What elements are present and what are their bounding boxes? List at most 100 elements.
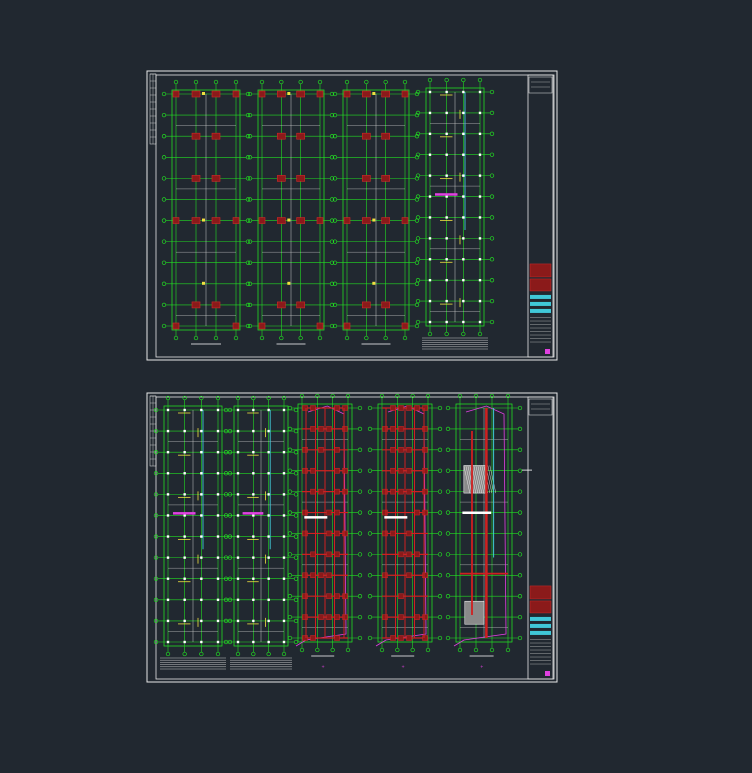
column-dot xyxy=(267,514,270,517)
pile-cap xyxy=(211,301,221,309)
column-dot xyxy=(252,640,255,644)
beam-block xyxy=(302,467,308,474)
column-dot xyxy=(282,598,286,602)
pile-cap xyxy=(362,301,371,309)
beam-block xyxy=(390,488,396,495)
column-dot xyxy=(166,556,170,559)
column-dot xyxy=(166,619,170,623)
beam-block xyxy=(342,488,348,495)
column-dot xyxy=(216,577,220,580)
column-dot xyxy=(478,258,482,261)
pile-cap xyxy=(401,217,409,224)
beam-block xyxy=(334,530,340,537)
beam-block xyxy=(334,488,340,495)
pile-cap xyxy=(296,301,305,309)
column-dot xyxy=(252,619,255,623)
title-band xyxy=(530,301,551,306)
column-dot xyxy=(200,493,203,496)
column-dot xyxy=(252,535,255,538)
column-dot xyxy=(428,237,432,240)
beam-block xyxy=(406,447,412,453)
beam-block xyxy=(406,530,412,537)
column-dot xyxy=(445,216,448,219)
pile-cap xyxy=(316,90,324,98)
beam-block xyxy=(382,488,388,495)
column-dot xyxy=(428,111,432,115)
beam-block xyxy=(422,405,428,411)
column-dot xyxy=(236,619,240,623)
pile-cap xyxy=(296,175,305,182)
column-dot xyxy=(445,153,448,156)
beam-block xyxy=(342,530,348,537)
beam-block xyxy=(390,447,396,453)
column-dot xyxy=(183,408,186,412)
pile-cap xyxy=(316,322,324,330)
column-dot xyxy=(166,472,170,475)
column-dot xyxy=(200,450,203,454)
beam-block xyxy=(382,509,388,516)
beam-block xyxy=(414,405,420,411)
pile-cap xyxy=(211,90,221,98)
beam-block xyxy=(398,488,404,495)
column-dot xyxy=(200,535,203,538)
pile-cap xyxy=(232,217,240,224)
pile-cap xyxy=(277,175,286,182)
pile-cap xyxy=(191,132,201,140)
beam-block xyxy=(398,614,404,620)
column-dot xyxy=(428,195,432,198)
pile-cap xyxy=(172,217,180,224)
beam-block xyxy=(382,614,388,620)
column-dot xyxy=(445,174,448,177)
column-dot xyxy=(445,132,448,136)
column-dot xyxy=(166,598,170,602)
pile-cap xyxy=(401,322,409,330)
column-dot xyxy=(267,640,270,644)
column-dot xyxy=(216,429,220,433)
column-dot xyxy=(267,472,270,475)
beam-block xyxy=(302,530,308,537)
cad-viewport[interactable]: + + + xyxy=(0,0,752,773)
column-dot xyxy=(200,577,203,580)
column-dot xyxy=(200,598,203,602)
column-dot xyxy=(183,619,186,623)
beam-block xyxy=(398,426,404,432)
column-dot xyxy=(252,493,255,496)
column-dot xyxy=(267,556,270,559)
beam-block xyxy=(422,572,428,579)
beam-block xyxy=(310,551,316,558)
column-dot xyxy=(428,174,432,177)
column-marker xyxy=(287,218,291,222)
column-dot xyxy=(282,472,286,475)
column-dot xyxy=(252,514,255,517)
column-dot xyxy=(478,320,482,324)
pile-cap xyxy=(381,301,390,309)
column-dot xyxy=(478,153,482,156)
column-dot xyxy=(282,640,286,644)
column-marker xyxy=(202,281,205,285)
beam-block xyxy=(398,551,404,558)
beam-block xyxy=(390,530,396,537)
pile-cap xyxy=(191,175,201,182)
plan-mark: + xyxy=(401,664,404,669)
beam-block xyxy=(302,635,308,641)
column-dot xyxy=(183,429,186,433)
beam-block xyxy=(406,635,412,641)
column-dot xyxy=(282,619,286,623)
title-band xyxy=(530,294,551,299)
white-strip xyxy=(304,516,328,519)
column-dot xyxy=(236,640,240,644)
column-dot xyxy=(282,408,286,412)
beam-block xyxy=(390,426,396,432)
pile-cap xyxy=(277,217,286,224)
column-dot xyxy=(428,258,432,261)
beam-block xyxy=(422,467,428,474)
magenta-strip xyxy=(242,512,264,515)
column-dot xyxy=(252,408,255,412)
title-band xyxy=(530,623,551,628)
column-dot xyxy=(216,556,220,559)
column-dot xyxy=(428,320,432,324)
beam-block xyxy=(422,426,428,432)
column-dot xyxy=(236,535,240,538)
column-dot xyxy=(200,408,203,412)
legend-accent xyxy=(545,349,550,354)
